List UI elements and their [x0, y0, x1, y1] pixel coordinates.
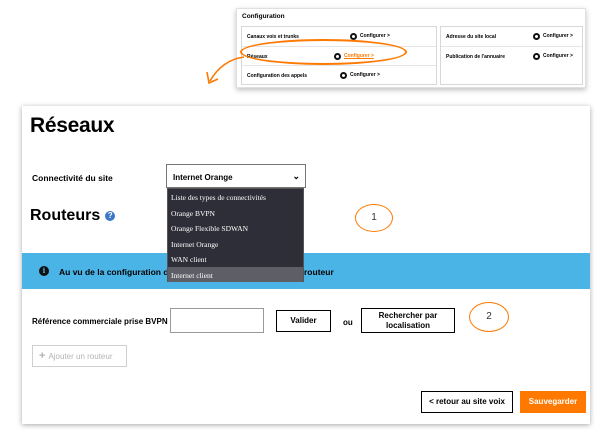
- configuration-title: Configuration: [242, 13, 285, 20]
- info-banner: i Au vu de la configuration du site rout…: [22, 253, 590, 289]
- connectivity-select[interactable]: Internet Orange ⌄: [166, 164, 306, 188]
- networks-page: Réseaux Connectivité du site Internet Or…: [22, 106, 590, 424]
- callout-marker-2: 2: [469, 302, 509, 332]
- info-text-end: routeur: [304, 267, 334, 277]
- config-row-calls: Configuration des appels Configurer >: [242, 65, 436, 84]
- add-router-button[interactable]: + Ajouter un routeur: [32, 345, 127, 367]
- configure-link[interactable]: Configurer >: [543, 53, 573, 59]
- configure-button[interactable]: Configurer >: [340, 71, 380, 79]
- routers-title: Routeurs: [30, 207, 101, 224]
- dropdown-option[interactable]: WAN client: [168, 251, 303, 267]
- dropdown-option[interactable]: Orange BVPN: [168, 205, 303, 221]
- search-by-location-button[interactable]: Rechercher par localisation: [361, 308, 455, 333]
- config-row-label: Adresse du site local: [446, 34, 497, 40]
- search-button-line1: Rechercher par: [378, 311, 438, 320]
- configure-link[interactable]: Configurer >: [350, 72, 380, 78]
- gear-icon: [533, 52, 540, 60]
- config-row-local-address: Adresse du site local Configurer >: [441, 27, 582, 46]
- save-button[interactable]: Sauvegarder: [520, 391, 586, 413]
- callout-marker-1: 1: [355, 204, 393, 232]
- config-row-directory: Publication de l'annuaire Configurer >: [441, 46, 582, 65]
- dropdown-option-highlighted[interactable]: Internet client: [168, 266, 303, 282]
- pointer-arrow-icon: [206, 56, 245, 85]
- dropdown-option[interactable]: Internet Orange: [168, 236, 303, 252]
- connectivity-selected-value: Internet Orange: [173, 173, 233, 182]
- reference-input[interactable]: [170, 308, 264, 333]
- configure-button[interactable]: Configurer >: [350, 32, 390, 40]
- info-circle-icon: i: [39, 266, 49, 276]
- plus-icon: +: [39, 350, 46, 362]
- question-circle-icon[interactable]: ?: [105, 211, 116, 221]
- search-button-line2: localisation: [385, 320, 430, 330]
- validate-button[interactable]: Valider: [276, 310, 331, 332]
- dropdown-option[interactable]: Orange Flexible SDWAN: [168, 220, 303, 236]
- or-label: ou: [343, 318, 353, 327]
- configure-link[interactable]: Configurer >: [360, 33, 390, 39]
- back-to-voice-site-button[interactable]: < retour au site voix: [421, 391, 513, 413]
- gear-icon: [350, 32, 357, 40]
- add-router-label: Ajouter un routeur: [48, 351, 113, 361]
- reference-label: Référence commerciale prise BVPN: [32, 317, 168, 326]
- page-title: Réseaux: [30, 114, 115, 137]
- config-row-label: Configuration des appels: [247, 73, 308, 79]
- dropdown-option[interactable]: Liste des types de connectivités: [168, 189, 303, 205]
- routers-heading: Routeurs ?: [30, 207, 116, 225]
- configuration-right-panel: Adresse du site local Configurer > Publi…: [440, 26, 583, 85]
- connectivity-label: Connectivité du site: [32, 173, 113, 183]
- chevron-down-icon: ⌄: [292, 171, 300, 181]
- gear-icon: [533, 32, 540, 40]
- configure-button[interactable]: Configurer >: [533, 52, 573, 60]
- highlight-ellipse: [240, 39, 407, 65]
- configure-button[interactable]: Configurer >: [533, 32, 573, 40]
- gear-icon: [340, 71, 347, 79]
- configure-link[interactable]: Configurer >: [543, 33, 573, 39]
- connectivity-dropdown: Liste des types de connectivités Orange …: [167, 188, 304, 282]
- config-row-label: Publication de l'annuaire: [446, 54, 505, 60]
